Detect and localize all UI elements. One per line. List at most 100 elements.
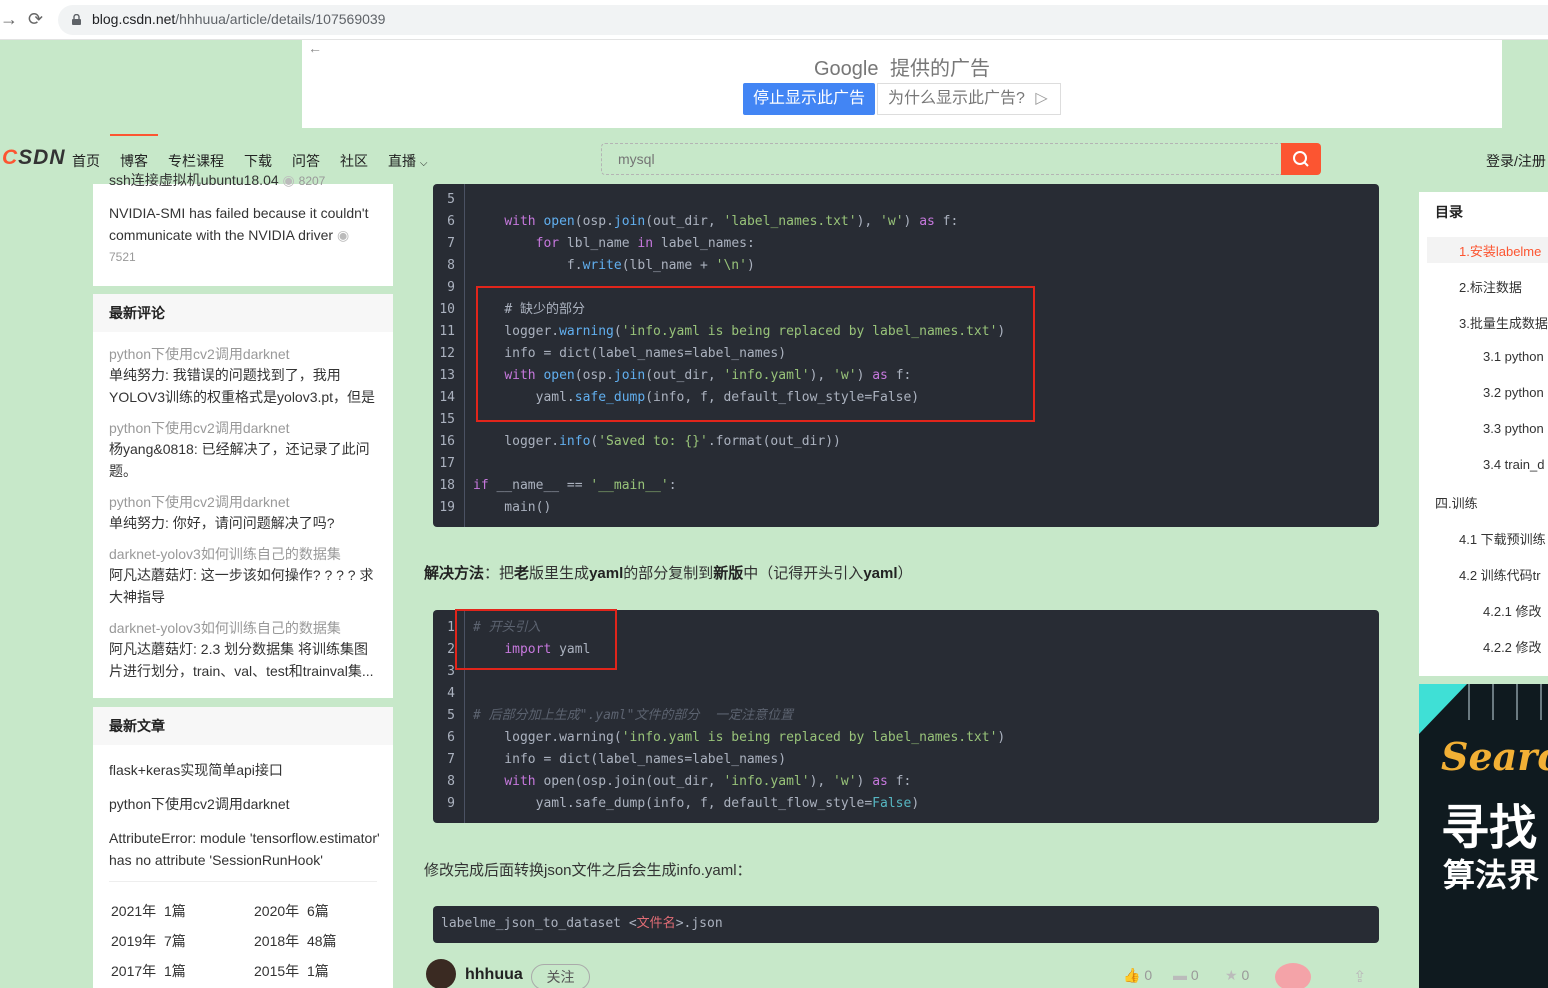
toc-item[interactable]: 四.训练 (1435, 493, 1478, 512)
toc-item[interactable]: 3.2 python (1483, 385, 1544, 400)
search-input[interactable] (602, 144, 1281, 174)
code-line: main() (473, 500, 552, 515)
nav-courses[interactable]: 专栏课程 (168, 151, 224, 171)
line-number: 15 (439, 412, 455, 427)
toc-item[interactable]: 1.安装labelme (1459, 241, 1541, 260)
comment-article-link[interactable]: darknet-yolov3如何训练自己的数据集 (109, 618, 377, 638)
archive-item[interactable]: 2018年 48篇 (254, 931, 337, 951)
nav-community[interactable]: 社区 (340, 151, 368, 171)
favorite-button[interactable]: ★ 0 (1225, 967, 1249, 984)
thumbs-up-icon: 👍 (1123, 967, 1141, 983)
popular-articles-card: ssh连接虚拟机ubuntu18.04 ◉ 8207 NVIDIA-SMI ha… (93, 172, 393, 286)
nav-download[interactable]: 下载 (244, 151, 272, 171)
toc-title: 目录 (1435, 204, 1463, 220)
comment-article-link[interactable]: python下使用cv2调用darknet (109, 344, 377, 364)
csdn-logo[interactable]: CSDN (2, 146, 66, 170)
ad-banner: ← Google 提供的广告 停止显示此广告 为什么显示此广告? ▷ (302, 40, 1502, 128)
nav-blog[interactable]: 博客 (120, 151, 148, 171)
code-line: with open(osp.join(out_dir, 'info.yaml')… (504, 774, 912, 789)
archive-item[interactable]: 2021年 1篇 (111, 901, 186, 921)
code-line: f.write(lbl_name + '\n') (473, 258, 755, 273)
nav-qa[interactable]: 问答 (292, 151, 320, 171)
archive-item[interactable]: 2017年 1篇 (111, 961, 186, 981)
nav-home[interactable]: 首页 (72, 151, 100, 171)
line-number: 14 (439, 390, 455, 405)
toc-item[interactable]: 4.2 训练代码tr (1459, 565, 1541, 584)
share-icon[interactable]: ⇪ (1353, 967, 1366, 987)
toc-item[interactable]: 4.1 下载预训练 (1459, 529, 1546, 548)
code-line: # 后部分加上生成".yaml"文件的部分 一定注意位置 (473, 708, 794, 723)
toc-item[interactable]: 3.1 python (1483, 349, 1544, 364)
search-icon (1293, 151, 1309, 167)
code-gutter (464, 184, 465, 527)
table-of-contents: 目录 1.安装labelme 2.标注数据 3.批量生成数据 3.1 pytho… (1419, 192, 1548, 676)
archive-item[interactable]: 2020年 6篇 (254, 901, 329, 921)
toc-item[interactable]: 2.标注数据 (1459, 277, 1522, 296)
line-number: 8 (447, 774, 455, 789)
reload-icon[interactable]: ⟳ (28, 9, 43, 30)
line-number: 5 (447, 192, 455, 207)
latest-articles-title: 最新文章 (93, 707, 393, 745)
line-number: 10 (439, 302, 455, 317)
toc-item[interactable]: 3.批量生成数据 (1459, 313, 1548, 332)
comment-item: python下使用cv2调用darknet 杨yang&0818: 已经解决了，… (109, 418, 377, 492)
latest-article-link[interactable]: flask+keras实现简单api接口 (109, 759, 283, 781)
line-number: 18 (439, 478, 455, 493)
line-number: 11 (439, 324, 455, 339)
result-paragraph: 修改完成后面转换json文件之后会生成info.yaml： (424, 862, 752, 879)
popular-article-item[interactable]: NVIDIA-SMI has failed because it couldn'… (109, 202, 379, 246)
toc-item[interactable]: 4.2.2 修改 (1483, 637, 1542, 656)
comment-article-link[interactable]: python下使用cv2调用darknet (109, 418, 377, 438)
latest-article-link[interactable]: AttributeError: module 'tensorflow.estim… (109, 827, 385, 871)
back-arrow-icon[interactable]: → (0, 9, 18, 30)
nav-active-indicator (110, 134, 158, 136)
comment-article-link[interactable]: darknet-yolov3如何训练自己的数据集 (109, 544, 377, 564)
divider (109, 881, 377, 882)
author-avatar[interactable] (426, 959, 456, 988)
toc-item[interactable]: 3.4 train_d (1483, 457, 1544, 472)
url-field[interactable]: blog.csdn.net/hhhuua/article/details/107… (58, 5, 1548, 35)
login-link[interactable]: 登录/注册 (1486, 151, 1546, 171)
line-number: 5 (447, 708, 455, 723)
code-block-3: labelme_json_to_dataset <文件名>.json (433, 906, 1379, 943)
latest-comments-title: 最新评论 (93, 294, 393, 332)
line-number: 7 (447, 752, 455, 767)
eye-icon: ◉ (336, 227, 350, 243)
comment-item: darknet-yolov3如何训练自己的数据集 阿凡达蘑菇灯: 2.3 划分数… (109, 618, 377, 692)
latest-article-link[interactable]: python下使用cv2调用darknet (109, 793, 290, 815)
line-number: 16 (439, 434, 455, 449)
follow-button[interactable]: 关注 (531, 964, 590, 988)
line-number: 13 (439, 368, 455, 383)
reward-icon[interactable] (1275, 963, 1311, 988)
code-line: for lbl_name in label_names: (535, 236, 755, 251)
line-number: 8 (447, 258, 455, 273)
browser-address-bar: → ⟳ blog.csdn.net/hhhuua/article/details… (0, 0, 1548, 40)
comment-button[interactable]: ▬ 0 (1173, 967, 1199, 983)
solution-paragraph: 解决方法：把老版里生成yaml的部分复制到新版中（记得开头引入yaml） (424, 565, 913, 582)
author-name[interactable]: hhhuua (465, 966, 523, 984)
comment-text: 阿凡达蘑菇灯: 2.3 划分数据集 将训练集图片进行划分，train、val、t… (109, 641, 374, 679)
right-ad-banner[interactable]: Searc 寻找 算法界 (1419, 684, 1548, 988)
toc-item[interactable]: 3.3 python (1483, 421, 1544, 436)
like-button[interactable]: 👍 0 (1123, 967, 1152, 984)
comment-icon: ▬ (1173, 967, 1187, 983)
popular-article-cut[interactable]: ssh连接虚拟机ubuntu18.04 ◉ 8207 (109, 170, 379, 190)
stop-ad-button[interactable]: 停止显示此广告 (743, 83, 875, 115)
author-bar: hhhuua 关注 👍 0 ▬ 0 ★ 0 ⇪ (401, 943, 1411, 988)
ad-headline: Searc (1441, 734, 1548, 779)
latest-articles-card: 最新文章 flask+keras实现简单api接口 python下使用cv2调用… (93, 707, 393, 988)
archive-item[interactable]: 2019年 7篇 (111, 931, 186, 951)
search-button[interactable] (1281, 143, 1321, 175)
why-ad-button[interactable]: 为什么显示此广告? ▷ (877, 83, 1061, 115)
comment-item: darknet-yolov3如何训练自己的数据集 阿凡达蘑菇灯: 这一步该如何操… (109, 544, 377, 618)
code-line: info = dict(label_names=label_names) (473, 752, 787, 767)
ad-subtitle: 算法界 (1443, 857, 1540, 893)
comment-article-link[interactable]: python下使用cv2调用darknet (109, 492, 377, 512)
ad-provider-label: Google 提供的广告 (813, 58, 991, 80)
comment-text: 阿凡达蘑菇灯: 这一步该如何操作? ? ? ? 求大神指导 (109, 567, 374, 605)
url-text: blog.csdn.net/hhhuua/article/details/107… (92, 11, 386, 27)
code-line: labelme_json_to_dataset <文件名>.json (441, 916, 723, 931)
archive-item[interactable]: 2015年 1篇 (254, 961, 329, 981)
toc-item[interactable]: 4.2.1 修改 (1483, 601, 1542, 620)
nav-live[interactable]: 直播 ⌵ (388, 151, 427, 171)
